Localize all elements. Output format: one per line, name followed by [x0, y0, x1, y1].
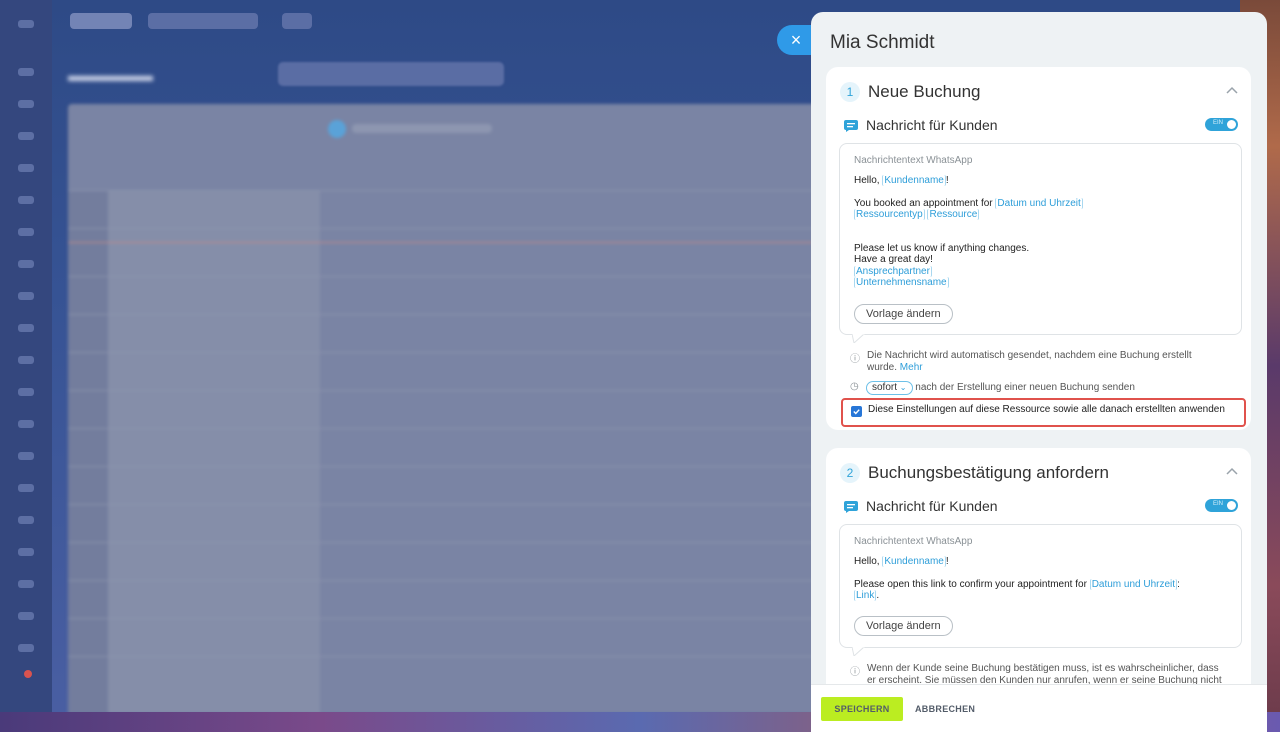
toggle-knob [1227, 120, 1236, 129]
message-changes-line: Please let us know if anything changes. [854, 243, 1030, 254]
slider-title: Mia Schmidt [830, 32, 935, 53]
close-slider-button[interactable]: × [777, 25, 811, 55]
step-card-new-booking: 1 Neue Buchung Nachricht für Kunden EIN … [826, 67, 1251, 430]
app-top-bar [52, 0, 812, 46]
message-greeting: Hello, Kundenname! [854, 175, 949, 186]
tag-datetime[interactable]: Datum und Uhrzeit [1089, 579, 1178, 590]
message-template-box: Nachrichtentext WhatsApp Hello, Kundenna… [839, 524, 1242, 656]
step-card-confirm-booking: 2 Buchungsbestätigung anfordern Nachrich… [826, 448, 1251, 685]
message-booked-line: You booked an appointment for Datum und … [854, 198, 1083, 209]
message-company-line: Unternehmensname [854, 277, 949, 288]
message-template-box: Nachrichtentext WhatsApp Hello, Kundenna… [839, 143, 1242, 343]
chevron-up-icon[interactable] [1225, 84, 1239, 98]
send-timing-row: sofort ⌄ nach der Erstellung einer neuen… [866, 381, 1135, 395]
tag-company-name[interactable]: Unternehmensname [854, 277, 949, 288]
toggle-label: EIN [1213, 120, 1224, 126]
message-great-day-line: Have a great day! [854, 254, 933, 265]
step-number: 1 [840, 82, 860, 102]
message-greeting: Hello, Kundenname! [854, 556, 949, 567]
app-filter-bar [278, 62, 504, 86]
tag-resource-type[interactable]: Ressourcentyp [854, 209, 925, 220]
message-confirm-line: Please open this link to confirm your ap… [854, 579, 1180, 590]
clock-icon: ◷ [850, 381, 859, 392]
timing-dropdown[interactable]: sofort ⌄ [866, 381, 913, 395]
step-title: Buchungsbestätigung anfordern [868, 463, 1110, 482]
chevron-down-icon: ⌄ [899, 383, 907, 392]
message-kicker: Nachrichtentext WhatsApp [854, 155, 973, 166]
chat-message-icon [844, 500, 858, 513]
message-kicker: Nachrichtentext WhatsApp [854, 536, 973, 547]
info-icon: ⓘ [850, 667, 860, 678]
step-number: 2 [840, 463, 860, 483]
save-button[interactable]: SPEICHERN [821, 697, 903, 721]
auto-send-info: Die Nachricht wird automatisch gesendet,… [867, 350, 1192, 373]
app-calendar [68, 104, 828, 714]
slider-footer: SPEICHERN ABBRECHEN [811, 684, 1267, 732]
slider-content[interactable]: 1 Neue Buchung Nachricht für Kunden EIN … [811, 67, 1267, 685]
message-label: Nachricht für Kunden [866, 498, 998, 514]
tag-resource[interactable]: Ressource [927, 209, 980, 220]
confirmation-info: Wenn der Kunde seine Buchung bestätigen … [867, 663, 1222, 685]
step-title: Neue Buchung [868, 82, 981, 101]
message-toggle[interactable]: EIN [1205, 499, 1238, 512]
toggle-label: EIN [1213, 501, 1224, 507]
tag-customer-name[interactable]: Kundenname [882, 556, 946, 567]
more-link[interactable]: Mehr [900, 362, 923, 373]
bubble-tail [852, 647, 865, 656]
change-template-button[interactable]: Vorlage ändern [854, 616, 953, 636]
tag-link[interactable]: Link [854, 590, 877, 601]
message-toggle[interactable]: EIN [1205, 118, 1238, 131]
tag-contact-person[interactable]: Ansprechpartner [854, 266, 932, 277]
bubble-tail [852, 334, 865, 343]
app-left-menu [0, 0, 52, 732]
message-link-line: Link. [854, 590, 880, 601]
check-icon [853, 409, 860, 415]
change-template-button[interactable]: Vorlage ändern [854, 304, 953, 324]
message-resource-line: Ressourcentyp Ressource [854, 209, 980, 220]
message-label: Nachricht für Kunden [866, 117, 998, 133]
cancel-button[interactable]: ABBRECHEN [915, 697, 975, 721]
apply-settings-checkbox[interactable] [851, 406, 862, 417]
message-contact-line: Ansprechpartner [854, 266, 932, 277]
apply-settings-label[interactable]: Diese Einstellungen auf diese Ressource … [868, 404, 1225, 415]
chevron-up-icon[interactable] [1225, 465, 1239, 479]
close-icon[interactable]: × [791, 30, 802, 51]
toggle-knob [1227, 501, 1236, 510]
chat-message-icon [844, 119, 858, 132]
app-page-title: ▬▬▬▬▬ [68, 66, 153, 85]
booking-settings-slider: Mia Schmidt 1 Neue Buchung Nachricht für… [811, 12, 1267, 732]
tag-customer-name[interactable]: Kundenname [882, 175, 946, 186]
tag-datetime[interactable]: Datum und Uhrzeit [995, 198, 1083, 209]
info-icon: ⓘ [850, 354, 860, 365]
